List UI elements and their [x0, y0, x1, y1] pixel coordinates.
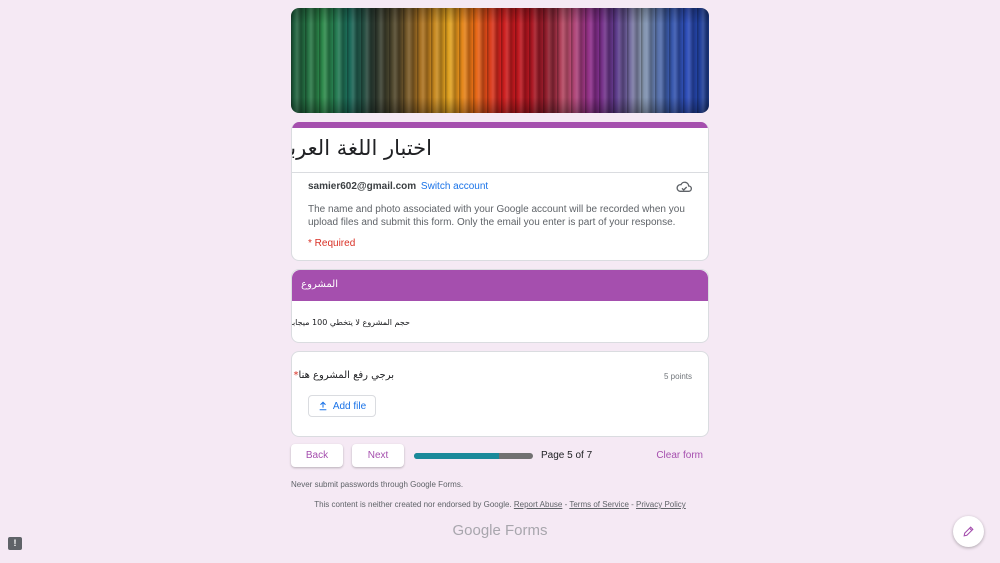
password-warning: Never submit passwords through Google Fo…: [291, 480, 464, 489]
section-title: المشروع: [301, 279, 338, 290]
account-row: samier602@gmail.com Switch account: [308, 181, 488, 192]
section-description: حجم المشروع لا يتخطي 100 ميجابايت: [292, 318, 410, 327]
edit-button[interactable]: [953, 516, 984, 547]
brand-google: Google: [452, 522, 501, 539]
add-file-label: Add file: [332, 400, 367, 412]
add-file-button[interactable]: Add file: [308, 395, 376, 417]
privacy-notice: The name and photo associated with your …: [308, 204, 685, 228]
footer-separator: -: [628, 500, 637, 509]
pencil-icon: [963, 526, 974, 537]
question-text: برجي رفع المشروع هنا: [298, 370, 394, 381]
required-note: * Required: [308, 238, 356, 249]
form-title: اختبار اللغة العربية: [291, 136, 432, 160]
account-email: samier602@gmail.com: [308, 181, 417, 192]
switch-account-link[interactable]: Switch account: [421, 181, 488, 192]
progress-fill: [414, 453, 499, 459]
google-forms-logo[interactable]: Google Forms: [291, 522, 709, 539]
question-label: برجي رفع المشروع هنا*: [291, 370, 394, 381]
terms-link[interactable]: Terms of Service: [569, 500, 629, 509]
divider: [292, 172, 708, 173]
disclaimer-text: This content is neither created nor endo…: [314, 500, 512, 509]
question-points: 5 points: [663, 372, 692, 381]
report-abuse-link[interactable]: Report Abuse: [514, 500, 562, 509]
brand-forms: Forms: [505, 522, 548, 539]
report-issue-icon[interactable]: [8, 537, 22, 550]
page-indicator: Page 5 of 7: [541, 450, 593, 461]
section-card: المشروع حجم المشروع لا يتخطي 100 ميجاباي…: [291, 269, 709, 343]
back-button[interactable]: Back: [291, 444, 343, 467]
next-button[interactable]: Next: [352, 444, 404, 467]
question-card: برجي رفع المشروع هنا* 5 points Add file: [291, 351, 709, 437]
accent-bar: [292, 122, 708, 128]
progress-bar: [414, 453, 533, 459]
header-banner-image: [291, 8, 709, 113]
privacy-link[interactable]: Privacy Policy: [636, 500, 686, 509]
footer-disclaimer: This content is neither created nor endo…: [291, 500, 709, 509]
title-card: اختبار اللغة العربية samier602@gmail.com…: [291, 122, 709, 261]
section-header: المشروع: [292, 270, 708, 301]
clear-form-button[interactable]: Clear form: [656, 450, 703, 461]
upload-icon: [319, 401, 327, 411]
cloud-icon: [676, 181, 692, 192]
